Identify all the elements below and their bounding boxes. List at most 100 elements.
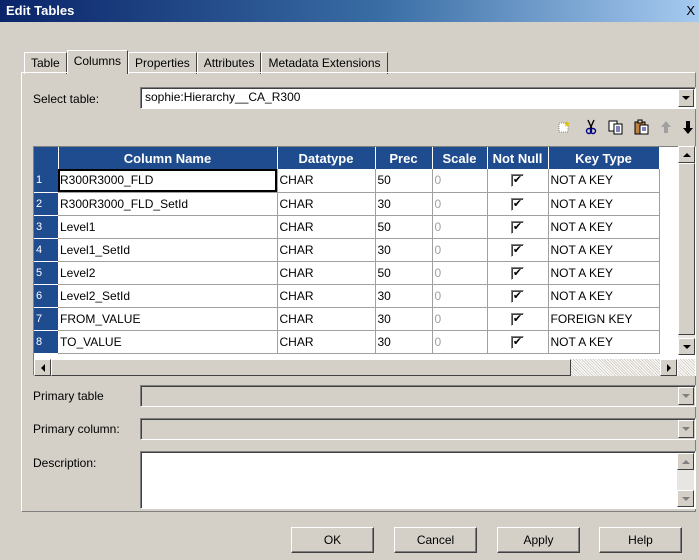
not-null-checkbox[interactable]: ✔ [511,335,524,349]
not-null-checkbox[interactable]: ✔ [511,312,524,326]
table-row[interactable]: 8 TO_VALUE CHAR 30 0 ✔ NOT A KEY [34,330,660,354]
table-row[interactable]: 4 Level1_SetId CHAR 30 0 ✔ NOT A KEY [34,238,660,262]
column-name-cell[interactable]: TO_VALUE [58,330,278,354]
column-name-header[interactable]: Column Name [58,147,278,169]
scale-cell[interactable]: 0 [432,330,488,354]
key-type-cell[interactable]: NOT A KEY [548,192,660,216]
scale-cell[interactable]: 0 [432,307,488,331]
row-number[interactable]: 8 [34,330,58,354]
datatype-cell[interactable]: CHAR [277,261,376,285]
select-table-combo[interactable]: sophie:Hierarchy__CA_R300 [140,87,696,109]
scale-header[interactable]: Scale [432,147,488,169]
description-textarea[interactable] [140,451,696,509]
not-null-cell[interactable]: ✔ [487,330,549,354]
not-null-cell[interactable]: ✔ [487,307,549,331]
scale-cell[interactable]: 0 [432,238,488,262]
tab-table[interactable]: Table [24,52,67,74]
datatype-cell[interactable]: CHAR [277,307,376,331]
cancel-button[interactable]: Cancel [394,527,477,553]
column-name-cell[interactable]: Level2 [58,261,278,285]
column-name-cell[interactable]: Level1 [58,215,278,239]
table-row[interactable]: 2 R300R3000_FLD_SetId CHAR 30 0 ✔ NOT A … [34,192,660,216]
not-null-checkbox[interactable]: ✔ [511,266,524,280]
key-type-cell[interactable]: NOT A KEY [548,261,660,285]
not-null-checkbox[interactable]: ✔ [511,197,524,211]
prec-header[interactable]: Prec [375,147,433,169]
table-row[interactable]: 3 Level1 CHAR 50 0 ✔ NOT A KEY [34,215,660,239]
prec-cell[interactable]: 50 [375,261,433,285]
datatype-header[interactable]: Datatype [277,147,376,169]
grid-vertical-scrollbar[interactable] [678,146,695,355]
column-name-cell[interactable]: R300R3000_FLD [58,169,278,193]
row-number[interactable]: 5 [34,261,58,285]
key-type-cell[interactable]: NOT A KEY [548,215,660,239]
tab-columns[interactable]: Columns [66,50,129,74]
scale-cell[interactable]: 0 [432,215,488,239]
primary-column-dropdown-button[interactable] [678,420,694,438]
row-number-header[interactable] [34,147,59,169]
row-number[interactable]: 2 [34,192,58,216]
prec-cell[interactable]: 30 [375,238,433,262]
table-row[interactable]: 7 FROM_VALUE CHAR 30 0 ✔ FOREIGN KEY [34,307,660,331]
primary-table-combo[interactable] [140,385,696,407]
datatype-cell[interactable]: CHAR [277,238,376,262]
column-name-cell[interactable]: Level1_SetId [58,238,278,262]
not-null-cell[interactable]: ✔ [487,215,549,239]
datatype-cell[interactable]: CHAR [277,215,376,239]
tab-attributes[interactable]: Attributes [196,52,262,74]
row-number[interactable]: 7 [34,307,58,331]
scale-cell[interactable]: 0 [432,284,488,308]
horizontal-scroll-track[interactable] [571,359,660,376]
help-button[interactable]: Help [599,527,682,553]
key-type-cell[interactable]: NOT A KEY [548,238,660,262]
prec-cell[interactable]: 50 [375,215,433,239]
move-down-icon[interactable] [678,117,698,137]
scale-cell[interactable]: 0 [432,192,488,216]
scroll-left-button[interactable] [34,359,51,376]
apply-button[interactable]: Apply [497,527,580,553]
not-null-cell[interactable]: ✔ [487,261,549,285]
key-type-cell[interactable]: NOT A KEY [548,169,660,193]
table-row[interactable]: 5 Level2 CHAR 50 0 ✔ NOT A KEY [34,261,660,285]
not-null-checkbox[interactable]: ✔ [511,220,524,234]
column-name-cell[interactable]: FROM_VALUE [58,307,278,331]
prec-cell[interactable]: 30 [375,307,433,331]
new-column-icon[interactable] [554,117,574,137]
close-icon[interactable]: X [686,3,695,18]
prec-cell[interactable]: 50 [375,169,433,193]
scale-cell[interactable]: 0 [432,169,488,193]
row-number[interactable]: 6 [34,284,58,308]
column-name-cell[interactable]: Level2_SetId [58,284,278,308]
scroll-right-button[interactable] [660,359,677,376]
scale-cell[interactable]: 0 [432,261,488,285]
table-row[interactable]: 6 Level2_SetId CHAR 30 0 ✔ NOT A KEY [34,284,660,308]
ok-button[interactable]: OK [291,527,374,553]
tab-properties[interactable]: Properties [128,52,197,74]
row-number[interactable]: 4 [34,238,58,262]
prec-cell[interactable]: 30 [375,330,433,354]
paste-icon[interactable] [632,117,652,137]
description-scrollbar[interactable] [677,453,694,507]
columns-grid[interactable]: Column Name Datatype Prec Scale Not Null… [33,146,696,376]
primary-table-dropdown-button[interactable] [678,387,694,405]
row-number[interactable]: 3 [34,215,58,239]
key-type-cell[interactable]: FOREIGN KEY [548,307,660,331]
datatype-cell[interactable]: CHAR [277,169,376,193]
select-table-dropdown-button[interactable] [678,89,694,107]
scroll-up-button[interactable] [678,146,695,163]
not-null-checkbox[interactable]: ✔ [511,289,524,303]
cut-icon[interactable] [581,117,601,137]
not-null-checkbox[interactable]: ✔ [511,174,524,188]
horizontal-scroll-thumb[interactable] [51,359,571,376]
scroll-down-button[interactable] [678,338,695,355]
datatype-cell[interactable]: CHAR [277,284,376,308]
row-number[interactable]: 1 [34,169,58,193]
grid-horizontal-scrollbar[interactable] [34,359,677,376]
move-up-icon[interactable] [656,117,676,137]
key-type-cell[interactable]: NOT A KEY [548,284,660,308]
primary-column-combo[interactable] [140,418,696,440]
prec-cell[interactable]: 30 [375,192,433,216]
description-scroll-down[interactable] [677,490,694,507]
vertical-scroll-thumb[interactable] [678,163,695,335]
prec-cell[interactable]: 30 [375,284,433,308]
